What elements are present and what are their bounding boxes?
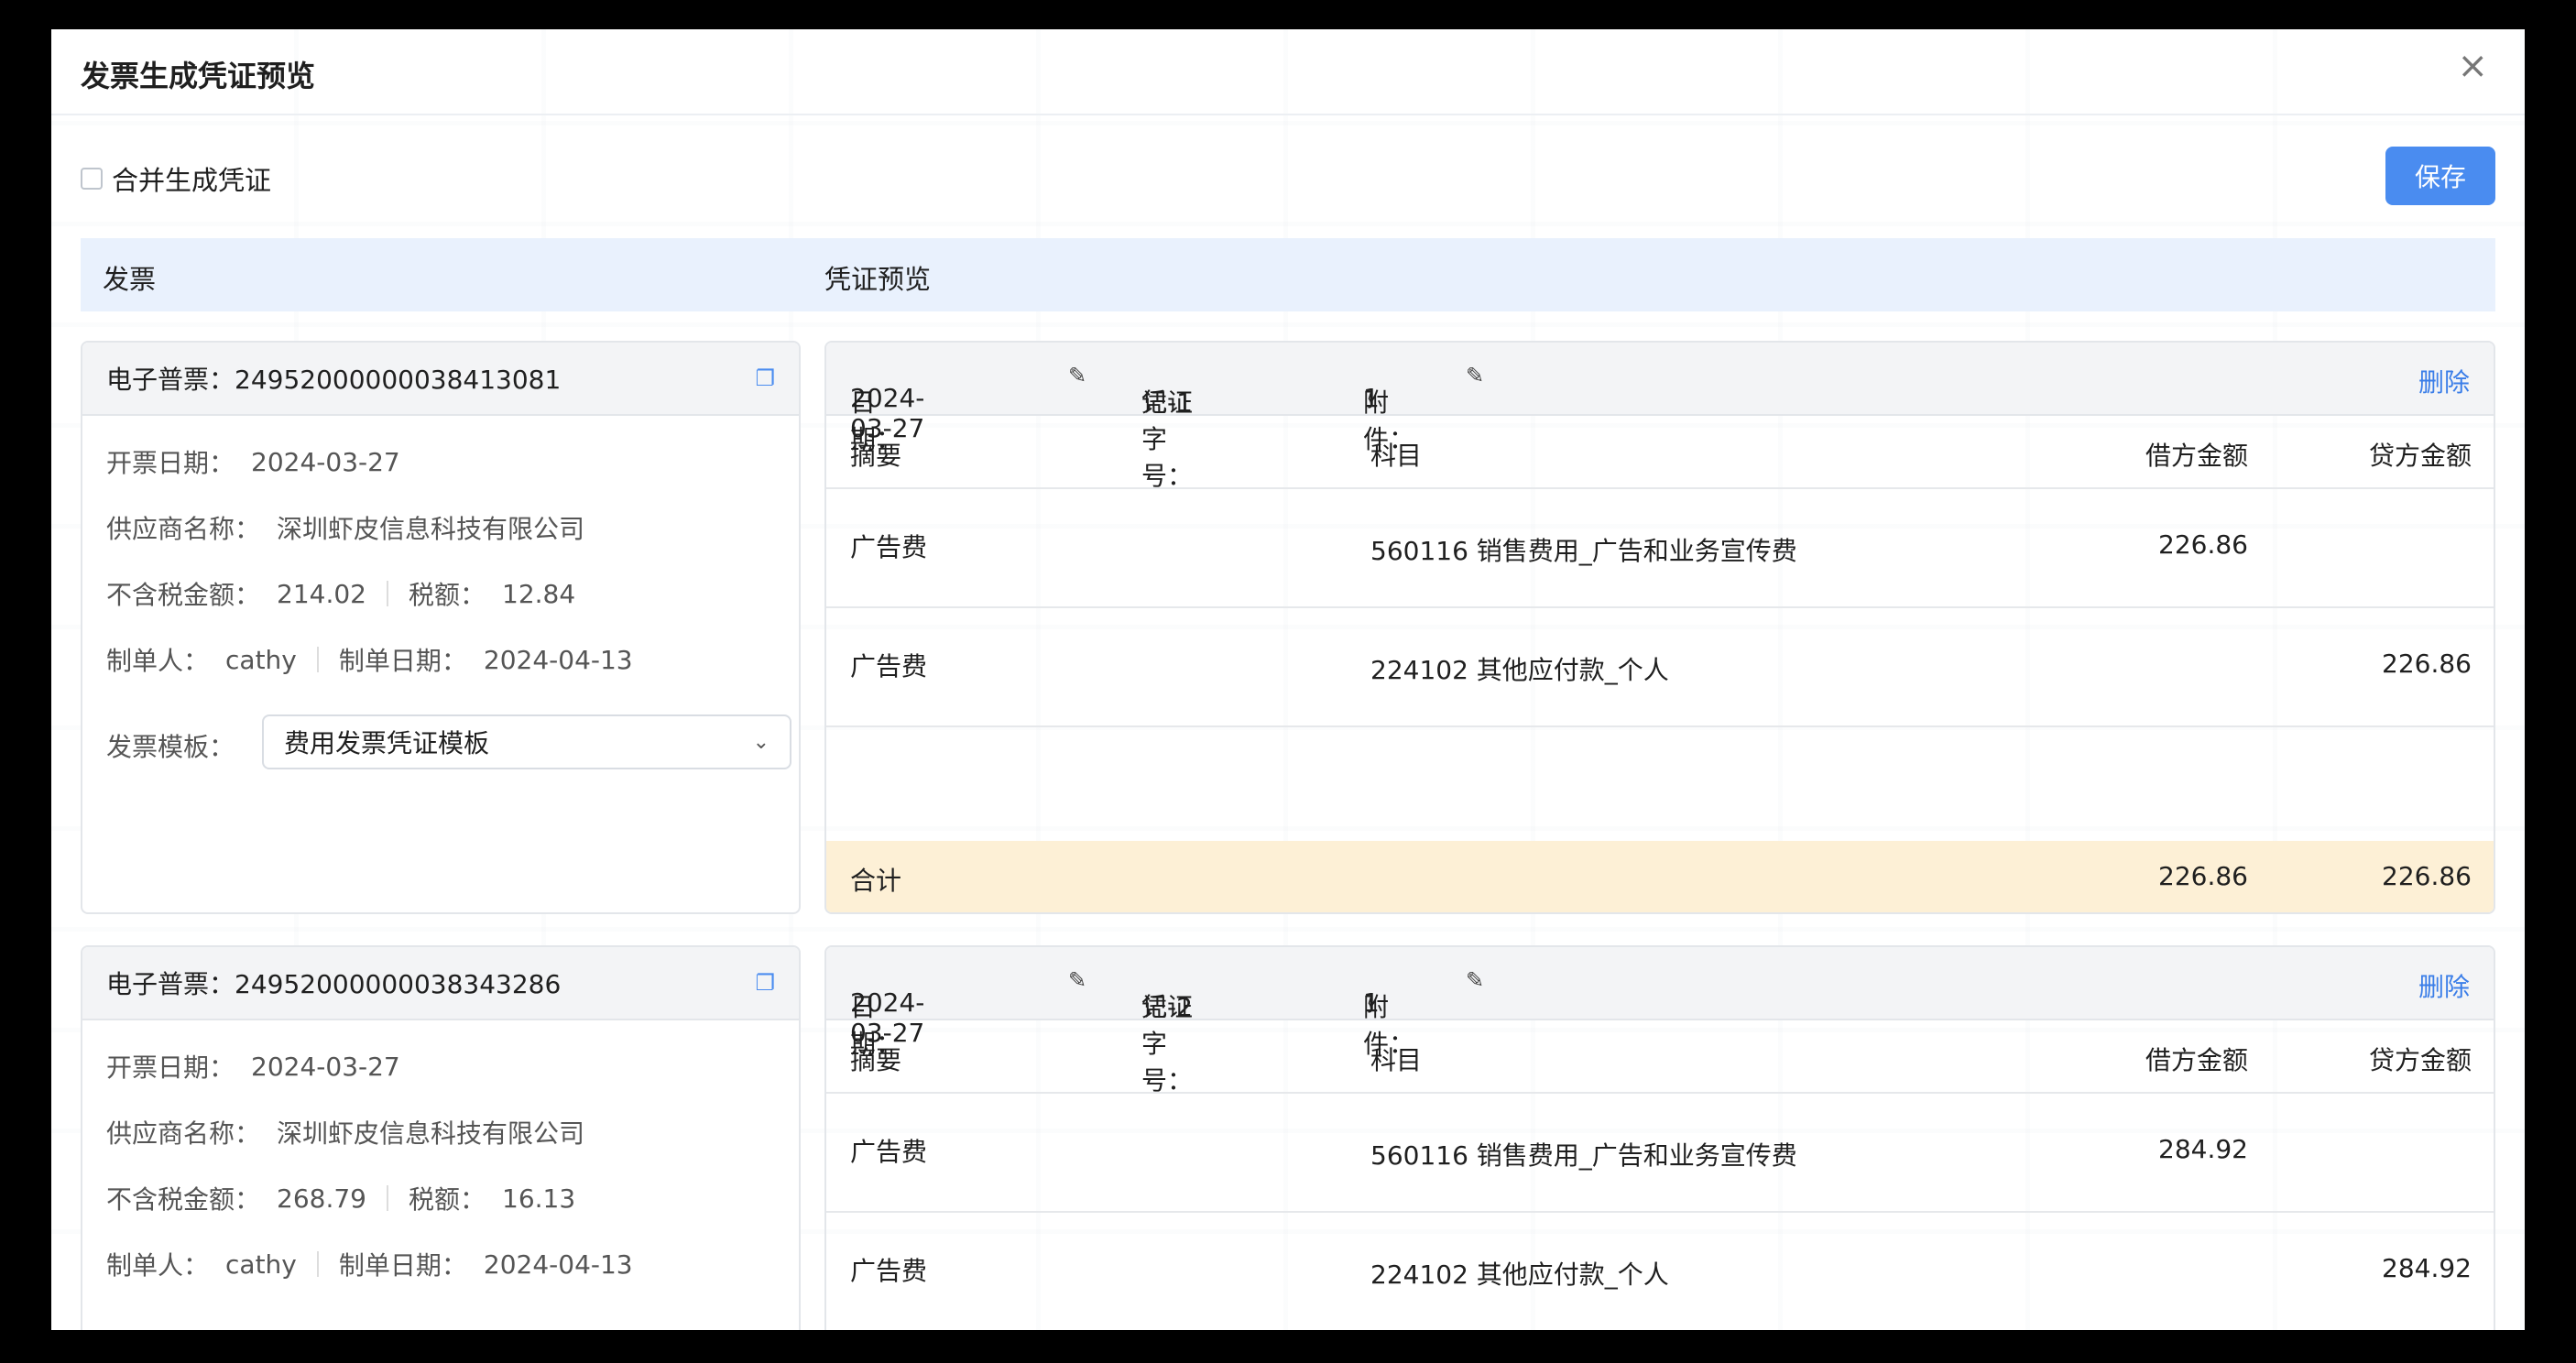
pencil-icon[interactable]: ✎: [1466, 363, 1484, 388]
template-label: 发票模板：: [106, 732, 235, 762]
total-row: 合计 226.86 226.86: [826, 841, 2494, 912]
table-row: 广告费 560116 销售费用_广告和业务宣传费 226.86: [826, 489, 2494, 608]
invoice-number: 电子普票：24952000000038413081: [106, 365, 562, 395]
voucher-card-header: 日期： 2024-03-27 ✎ 凭证字号： 记-1 附件： 1 ✎ 删除: [826, 343, 2494, 491]
table-header: 摘要 科目 借方金额 贷方金额: [826, 416, 2494, 489]
col-debit: 借方金额: [2145, 441, 2248, 471]
row-credit: 284.92: [2382, 1253, 2472, 1283]
template-selected-value: 费用发票凭证模板: [284, 728, 490, 758]
invoice-card: 电子普票：24952000000038343286 ❐ 开票日期： 2024-03…: [81, 945, 801, 1330]
delete-button[interactable]: 删除: [2418, 363, 2470, 399]
issue-date-row: 开票日期： 2024-03-27: [106, 446, 400, 479]
divider: [387, 581, 388, 606]
row-account: 224102 其他应付款_个人: [1370, 655, 1669, 685]
amount-row: 不含税金额： 268.79 税额： 16.13: [106, 1183, 576, 1216]
divider: [316, 647, 319, 672]
invoice-card: 电子普票：24952000000038413081 ❐ 开票日期： 2024-03…: [81, 341, 801, 914]
col-credit: 贷方金额: [2368, 1045, 2472, 1075]
supplier-row: 供应商名称： 深圳虾皮信息科技有限公司: [106, 1118, 585, 1149]
col-credit: 贷方金额: [2368, 441, 2472, 471]
col-summary: 摘要: [850, 1045, 902, 1075]
merge-voucher-label: 合并生成凭证: [112, 165, 272, 196]
copy-icon[interactable]: ❐: [755, 970, 775, 996]
row-summary: 广告费: [850, 1256, 928, 1286]
col-account: 科目: [1370, 1045, 1423, 1075]
close-icon[interactable]: ×: [2457, 48, 2488, 84]
invoice-card-header: 电子普票：24952000000038343286 ❐: [82, 947, 799, 1020]
row-account: 224102 其他应付款_个人: [1370, 1259, 1669, 1290]
divider: [387, 1185, 388, 1211]
col-debit: 借方金额: [2145, 1045, 2248, 1075]
copy-icon[interactable]: ❐: [755, 365, 775, 391]
chevron-down-icon: ⌄: [752, 730, 770, 754]
table-header: 摘要 科目 借方金额 贷方金额: [826, 1020, 2494, 1094]
row-summary: 广告费: [850, 651, 928, 682]
supplier-row: 供应商名称： 深圳虾皮信息科技有限公司: [106, 514, 585, 544]
invoice-card-header: 电子普票：24952000000038413081 ❐: [82, 343, 799, 416]
amount-row: 不含税金额： 214.02 税额： 12.84: [106, 578, 576, 611]
voucher-card-header: 日期： 2024-03-27 ✎ 凭证字号： 记-2 附件： 1 ✎ 删除: [826, 947, 2494, 1096]
row-account: 560116 销售费用_广告和业务宣传费: [1370, 536, 1797, 566]
invoice-number: 电子普票：24952000000038343286: [106, 969, 562, 999]
column-header: 发票 凭证预览: [81, 238, 2495, 311]
pencil-icon[interactable]: ✎: [1466, 967, 1484, 993]
divider: [316, 1251, 319, 1277]
row-credit: 226.86: [2382, 649, 2472, 679]
merge-voucher-checkbox[interactable]: 合并生成凭证: [81, 159, 271, 198]
pencil-icon[interactable]: ✎: [1068, 967, 1086, 993]
total-credit: 226.86: [2382, 861, 2472, 891]
row-account: 560116 销售费用_广告和业务宣传费: [1370, 1140, 1797, 1171]
maker-row: 制单人： cathy 制单日期： 2024-04-13: [106, 1249, 633, 1281]
invoice-column-title: 发票: [103, 264, 157, 295]
dialog-header: 发票生成凭证预览 ×: [51, 29, 2525, 115]
table-row: 广告费 224102 其他应付款_个人 226.86: [826, 608, 2494, 727]
delete-button[interactable]: 删除: [2418, 967, 2470, 1004]
table-row: 广告费 224102 其他应付款_个人 284.92: [826, 1213, 2494, 1330]
dialog-title: 发票生成凭证预览: [81, 59, 316, 93]
row-summary: 广告费: [850, 532, 928, 562]
row-summary: 广告费: [850, 1137, 928, 1167]
voucher-card: 日期： 2024-03-27 ✎ 凭证字号： 记-1 附件： 1 ✎ 删除 摘要 科目…: [824, 341, 2495, 914]
col-account: 科目: [1370, 441, 1423, 471]
toolbar: 合并生成凭证 保存: [81, 147, 2495, 205]
pencil-icon[interactable]: ✎: [1068, 363, 1086, 388]
template-select[interactable]: 费用发票凭证模板 ⌄: [262, 714, 791, 769]
total-label: 合计: [850, 866, 902, 896]
maker-row: 制单人： cathy 制单日期： 2024-04-13: [106, 644, 633, 677]
save-button[interactable]: 保存: [2385, 147, 2495, 205]
row-debit: 284.92: [2158, 1134, 2248, 1164]
total-debit: 226.86: [2158, 861, 2248, 891]
voucher-card: 日期： 2024-03-27 ✎ 凭证字号： 记-2 附件： 1 ✎ 删除 摘要 科目…: [824, 945, 2495, 1330]
row-debit: 226.86: [2158, 529, 2248, 560]
checkbox-box[interactable]: [81, 168, 103, 190]
col-summary: 摘要: [850, 441, 902, 471]
voucher-preview-dialog: 发票生成凭证预览 × 合并生成凭证 保存 发票 凭证预览 电子普票：249520…: [51, 29, 2525, 1330]
voucher-column-title: 凭证预览: [824, 264, 932, 295]
table-row: 广告费 560116 销售费用_广告和业务宣传费 284.92: [826, 1094, 2494, 1213]
issue-date-row: 开票日期： 2024-03-27: [106, 1051, 400, 1084]
